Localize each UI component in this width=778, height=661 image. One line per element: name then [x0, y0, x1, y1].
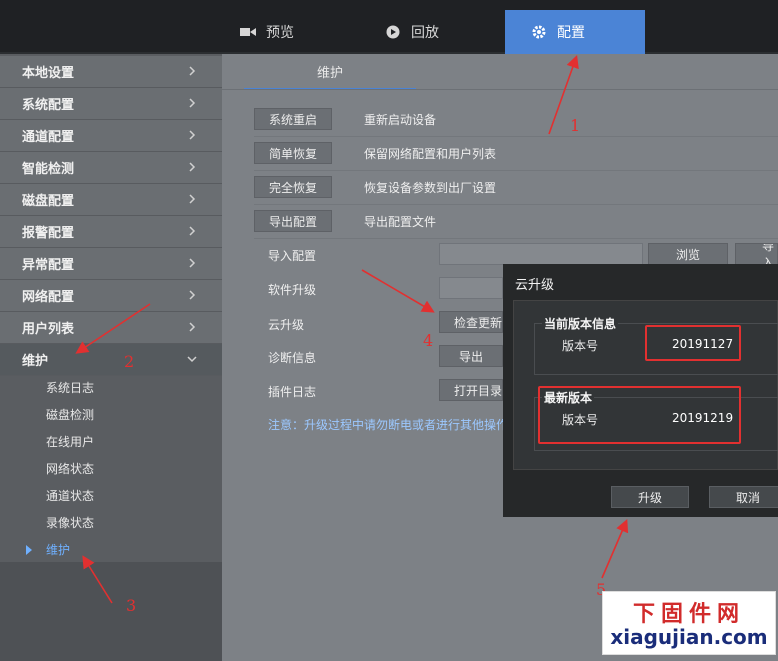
annotation-number-1: 1 [570, 116, 581, 135]
annotation-number-4: 4 [423, 331, 434, 350]
arrow-3 [82, 555, 113, 604]
arrow-5 [601, 519, 629, 579]
arrow-4 [361, 269, 435, 313]
annotation-number-2: 2 [124, 352, 135, 371]
watermark-title: 下固件网 [632, 602, 745, 627]
annotation-number-3: 3 [126, 596, 137, 615]
arrow-2 [75, 303, 151, 354]
site-watermark: 下固件网 xiagujian.com [602, 591, 776, 655]
watermark-url: xiagujian.com [610, 625, 768, 649]
annotation-arrows [75, 54, 629, 604]
